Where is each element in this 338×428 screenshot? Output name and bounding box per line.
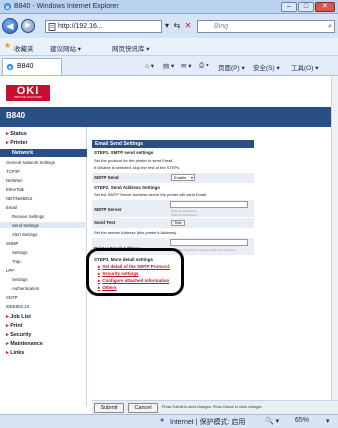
zoom-level[interactable]: 65% [295,417,309,424]
cancel-button[interactable]: Cancel [128,403,158,413]
step2-heading: STEP2. Send Address Settings [94,185,160,190]
sidebar-job-list[interactable]: ▸ Job List [6,314,31,320]
tools-menu[interactable]: 工具(O) ▾ [291,62,318,72]
print-icon[interactable]: ⎙ ▾ [199,62,209,70]
zoom-icon[interactable]: 🔍 ▾ [265,417,279,425]
sidebar-links[interactable]: ▸ Links [6,350,24,356]
sidebar-item[interactable]: SNMP [6,241,18,246]
navigation-bar: ◀ ▶ http://192.16... ▾ ⇆ ✕ Bing ⌕ [0,14,338,38]
step1-heading: STEP1. SMTP send settings [94,150,154,155]
search-input[interactable]: Bing ⌕ [197,20,335,33]
zoom-dropdown-icon[interactable]: ▾ [326,417,330,425]
test-button[interactable]: Test [171,220,185,226]
back-button[interactable]: ◀ [2,18,18,34]
sidebar-item[interactable]: LPP [6,268,14,273]
close-window-button[interactable]: ✕ [315,2,335,12]
sender-description: Set the sender Address (this printer's A… [94,230,178,235]
search-placeholder: Bing [214,23,229,30]
favorites-bar: ★ 收藏夹 建议网站 ▾ 网页快讯库 ▾ [0,38,338,56]
sidebar-printer[interactable]: ▸ Printer [6,140,28,146]
search-icon[interactable]: ⌕ [328,21,332,32]
sidebar-item[interactable]: Alert Settings [12,232,38,237]
sidebar-item-send-settings[interactable]: Send Settings [12,223,39,228]
model-banner: B840 [0,107,338,127]
highlight-annotation [86,248,184,296]
minimize-button[interactable]: ‒ [281,2,297,12]
window-titlebar: e B840 - Windows Internet Explorer ‒ □ ✕ [0,0,338,14]
page-title: Email Send Settings [92,140,254,148]
sidebar-item[interactable]: Settings [12,277,28,282]
sidebar-security[interactable]: ▸ Security [6,332,32,338]
tab-label: B840 [17,63,34,70]
sidebar-item[interactable]: NetWare [6,178,23,183]
sidebar: ▸ Status ▸ Printer Network General Netwo… [0,127,87,406]
tab-command-bar: e B840 ⌂ ▾ ▤ ▾ ✉ ▾ ⎙ ▾ 页面(P) ▾ 安全(S) ▾ 工… [0,56,338,76]
web-page: OKI PRINTING SOLUTIONS B840 ▸ Status ▸ P… [0,77,338,406]
address-bar[interactable]: http://192.16... [45,20,162,33]
step1-description: Set the protocol for the printer to send… [94,158,174,163]
maximize-button[interactable]: □ [298,2,314,12]
sidebar-network[interactable]: Network [0,149,87,157]
home-icon[interactable]: ⌂ ▾ [145,62,154,70]
footer-note: Press Submit to send changes. Press Canc… [162,405,263,409]
ie-logo-icon: e [3,2,12,11]
model-name: B840 [6,111,26,120]
smtp-send-select[interactable]: Enable ▾ [171,174,195,181]
status-bar: ● Internet | 保护模式: 启用 🔍 ▾ 65% ▾ [0,414,338,428]
sidebar-item[interactable]: SNTP [6,295,17,300]
send-test-label: Send Test [94,220,116,225]
window-title: B840 - Windows Internet Explorer [14,3,119,10]
sidebar-item[interactable]: Receive Settings [12,214,44,219]
sidebar-item[interactable]: TCP/IP [6,169,20,174]
sidebar-item[interactable]: NBT/NetBEUI [6,196,33,201]
page-icon [48,23,56,31]
feeds-icon[interactable]: ▤ ▾ [163,62,174,70]
forward-button[interactable]: ▶ [21,19,35,33]
svg-text:e: e [8,65,11,71]
sidebar-item[interactable]: Settings [12,250,28,255]
smtp-server-label: SMTP Server [94,207,122,212]
printer-email-input[interactable] [170,239,248,246]
sidebar-item[interactable]: Trap [12,259,21,264]
star-icon[interactable]: ★ [4,41,11,50]
zone-text: Internet | 保护模式: 启用 [170,419,246,426]
sidebar-status[interactable]: ▸ Status [6,131,27,137]
oki-tagline: PRINTING SOLUTIONS [13,96,43,99]
page-menu[interactable]: 页面(P) ▾ [218,62,245,72]
page-scrollbar[interactable] [331,77,338,406]
safety-menu[interactable]: 安全(S) ▾ [253,62,280,72]
step2-description: Set the SMTP Server Address where the pr… [94,192,208,197]
globe-icon: ● [160,417,165,424]
smtp-send-label: SMTP Send [94,175,119,180]
sidebar-item[interactable]: Authentication [12,286,39,291]
sidebar-maintenance[interactable]: ▸ Maintenance [6,341,43,347]
stop-icon[interactable]: ✕ [181,20,195,33]
oki-logo: OKI PRINTING SOLUTIONS [6,85,50,101]
sidebar-print[interactable]: ▸ Print [6,323,23,329]
sidebar-item[interactable]: General Network Settings [6,160,55,165]
smtp-server-input[interactable] [170,201,248,208]
sidebar-item[interactable]: Email [6,205,17,210]
web-slice-gallery-link[interactable]: 网页快讯库 ▾ [112,43,150,53]
sidebar-item[interactable]: IEEE802.1X [6,304,29,309]
submit-button[interactable]: Submit [94,403,124,413]
tab-b840[interactable]: e B840 [2,58,62,75]
suggested-sites-link[interactable]: 建议网站 ▾ [50,43,81,53]
address-text: http://192.16... [58,23,103,30]
svg-text:e: e [6,4,10,11]
form-footer: Submit Cancel Press Submit to send chang… [92,400,338,414]
sidebar-item[interactable]: EtherTalk [6,187,24,192]
step1-description-2: If Disable is selected, skip the rest of… [94,165,181,170]
mail-icon[interactable]: ✉ ▾ [181,62,192,70]
ie-tab-icon: e [6,63,14,71]
smtp-server-hint-2: (Max.64 characters) [171,213,198,217]
favorites-button[interactable]: 收藏夹 [14,43,34,53]
